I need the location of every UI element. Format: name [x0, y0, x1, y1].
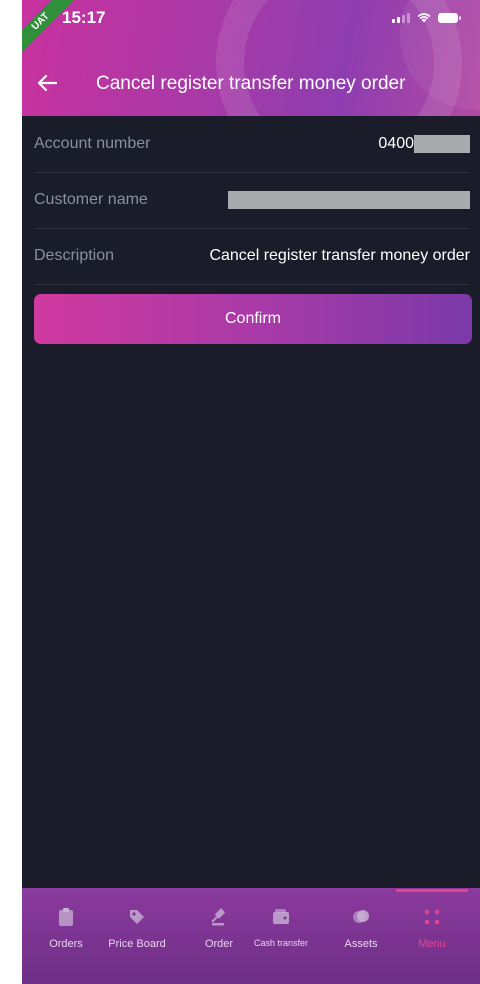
account-number-value: 0400: [378, 135, 470, 153]
nav-menu[interactable]: Menu: [403, 888, 461, 962]
nav-menu-label: Menu: [418, 938, 446, 950]
nav-assets[interactable]: Assets: [332, 888, 390, 962]
coins-icon: [350, 906, 372, 928]
battery-icon: [438, 12, 461, 23]
description-row: Description Cancel register transfer mon…: [34, 228, 470, 285]
nav-order[interactable]: Order: [190, 888, 248, 962]
account-number-text: 0400: [378, 135, 414, 152]
bottom-nav: Orders Price Board Order Cash transfer A…: [22, 888, 480, 984]
app-screen: UAT 15:17 Cancel register transfer money…: [22, 0, 480, 984]
signal-icon: [392, 12, 410, 23]
page: UAT 15:17 Cancel register transfer money…: [0, 0, 480, 984]
description-label: Description: [34, 247, 115, 264]
customer-name-value: [228, 191, 470, 209]
status-time: 15:17: [62, 8, 106, 27]
redaction-block: [414, 135, 470, 153]
nav-orders[interactable]: Orders: [37, 888, 95, 962]
account-number-row: Account number 0400: [34, 116, 470, 173]
app-header: UAT 15:17 Cancel register transfer money…: [22, 0, 480, 116]
description-value: Cancel register transfer money order: [209, 247, 470, 264]
customer-name-row: Customer name: [34, 172, 470, 229]
back-button[interactable]: [32, 68, 62, 98]
page-title: Cancel register transfer money order: [96, 73, 406, 94]
wallet-icon: [270, 906, 292, 928]
account-number-label: Account number: [34, 135, 151, 152]
nav-price-board[interactable]: Price Board: [108, 888, 166, 962]
arrow-left-icon: [37, 74, 57, 92]
grid-menu-icon: [421, 906, 443, 928]
nav-cash-transfer-label: Cash transfer: [253, 938, 309, 948]
tag-icon: [126, 906, 148, 928]
wifi-icon: [417, 13, 431, 23]
confirm-button[interactable]: Confirm: [34, 294, 472, 344]
redaction-block: [228, 191, 470, 209]
status-icons: [392, 12, 461, 23]
nav-assets-label: Assets: [344, 938, 378, 950]
nav-price-board-label: Price Board: [108, 938, 166, 950]
nav-orders-label: Orders: [49, 938, 83, 950]
gavel-icon: [208, 906, 230, 928]
customer-name-label: Customer name: [34, 191, 148, 208]
nav-order-label: Order: [204, 938, 234, 950]
clipboard-icon: [55, 906, 77, 928]
nav-cash-transfer[interactable]: Cash transfer: [252, 888, 310, 962]
